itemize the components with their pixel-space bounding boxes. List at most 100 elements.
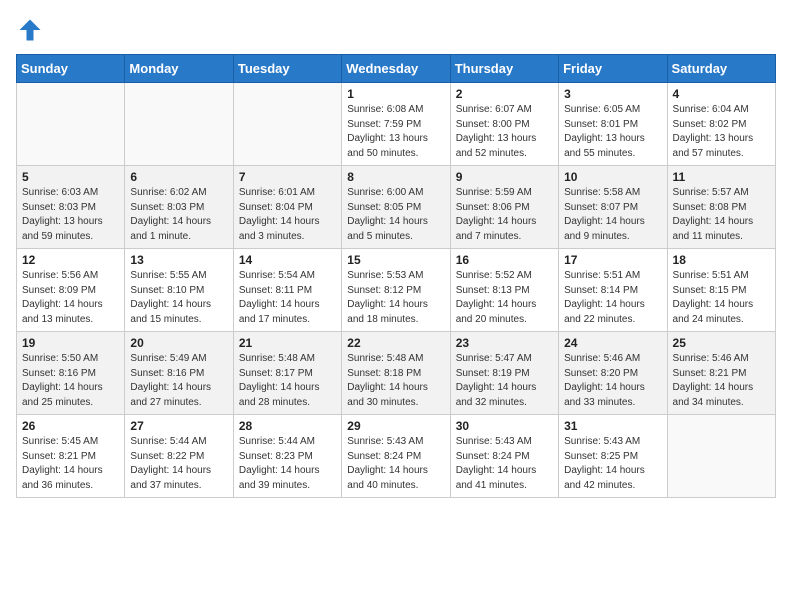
calendar-cell: 30 Sunrise: 5:43 AMSunset: 8:24 PMDayligh… <box>450 415 558 498</box>
day-number: 5 <box>22 170 119 184</box>
calendar-cell: 13 Sunrise: 5:55 AMSunset: 8:10 PMDayligh… <box>125 249 233 332</box>
calendar-cell: 4Sunrise: 6:04 AMSunset: 8:02 PMDaylight… <box>667 83 775 166</box>
calendar-week-5: 26 Sunrise: 5:45 AMSunset: 8:21 PMDayligh… <box>17 415 776 498</box>
day-number: 16 <box>456 253 553 267</box>
day-info: Sunrise: 5:45 AMSunset: 8:21 PMDaylight:… <box>22 435 119 493</box>
calendar-week-1: 1 Sunrise: 6:08 AMSunset: 7:59 PMDaylight… <box>17 83 776 166</box>
day-number: 4 <box>673 87 770 101</box>
day-info: Sunrise: 6:08 AMSunset: 7:59 PMDaylight:… <box>347 103 444 161</box>
day-number: 29 <box>347 419 444 433</box>
calendar-cell <box>667 415 775 498</box>
day-info: Sunrise: 5:48 AMSunset: 8:17 PMDaylight:… <box>239 352 336 410</box>
day-info: Sunrise: 5:51 AMSunset: 8:14 PMDaylight:… <box>564 269 661 327</box>
day-info: Sunrise: 5:50 AMSunset: 8:16 PMDaylight:… <box>22 352 119 410</box>
day-number: 23 <box>456 336 553 350</box>
calendar-cell: 21 Sunrise: 5:48 AMSunset: 8:17 PMDayligh… <box>233 332 341 415</box>
day-number: 12 <box>22 253 119 267</box>
day-info: Sunrise: 5:51 AMSunset: 8:15 PMDaylight:… <box>673 269 770 327</box>
day-number: 28 <box>239 419 336 433</box>
day-info: Sunrise: 5:52 AMSunset: 8:13 PMDaylight:… <box>456 269 553 327</box>
calendar-cell: 3Sunrise: 6:05 AMSunset: 8:01 PMDaylight… <box>559 83 667 166</box>
day-number: 1 <box>347 87 444 101</box>
day-info: Sunrise: 6:00 AMSunset: 8:05 PMDaylight:… <box>347 186 444 244</box>
day-number: 26 <box>22 419 119 433</box>
calendar-week-2: 5 Sunrise: 6:03 AMSunset: 8:03 PMDaylight… <box>17 166 776 249</box>
day-number: 11 <box>673 170 770 184</box>
weekday-header-monday: Monday <box>125 55 233 83</box>
day-number: 15 <box>347 253 444 267</box>
day-info: Sunrise: 5:43 AMSunset: 8:24 PMDaylight:… <box>347 435 444 493</box>
day-number: 30 <box>456 419 553 433</box>
day-info: Sunrise: 5:55 AMSunset: 8:10 PMDaylight:… <box>130 269 227 327</box>
day-number: 9 <box>456 170 553 184</box>
calendar-cell: 2Sunrise: 6:07 AMSunset: 8:00 PMDaylight… <box>450 83 558 166</box>
weekday-header-thursday: Thursday <box>450 55 558 83</box>
day-info: Sunrise: 5:46 AMSunset: 8:21 PMDaylight:… <box>673 352 770 410</box>
day-info: Sunrise: 5:46 AMSunset: 8:20 PMDaylight:… <box>564 352 661 410</box>
calendar-cell: 7Sunrise: 6:01 AMSunset: 8:04 PMDaylight… <box>233 166 341 249</box>
weekday-header-tuesday: Tuesday <box>233 55 341 83</box>
weekday-header-row: SundayMondayTuesdayWednesdayThursdayFrid… <box>17 55 776 83</box>
calendar-cell: 26 Sunrise: 5:45 AMSunset: 8:21 PMDayligh… <box>17 415 125 498</box>
calendar-cell: 14 Sunrise: 5:54 AMSunset: 8:11 PMDayligh… <box>233 249 341 332</box>
calendar-cell: 20 Sunrise: 5:49 AMSunset: 8:16 PMDayligh… <box>125 332 233 415</box>
day-number: 7 <box>239 170 336 184</box>
day-info: Sunrise: 6:03 AMSunset: 8:03 PMDaylight:… <box>22 186 119 244</box>
day-number: 10 <box>564 170 661 184</box>
weekday-header-sunday: Sunday <box>17 55 125 83</box>
weekday-header-friday: Friday <box>559 55 667 83</box>
calendar-cell: 12 Sunrise: 5:56 AMSunset: 8:09 PMDayligh… <box>17 249 125 332</box>
day-number: 17 <box>564 253 661 267</box>
day-info: Sunrise: 6:05 AMSunset: 8:01 PMDaylight:… <box>564 103 661 161</box>
calendar-cell: 28Sunrise: 5:44 AMSunset: 8:23 PMDayligh… <box>233 415 341 498</box>
calendar-cell: 5 Sunrise: 6:03 AMSunset: 8:03 PMDaylight… <box>17 166 125 249</box>
calendar-cell: 31 Sunrise: 5:43 AMSunset: 8:25 PMDayligh… <box>559 415 667 498</box>
day-info: Sunrise: 5:54 AMSunset: 8:11 PMDaylight:… <box>239 269 336 327</box>
logo <box>16 16 48 44</box>
calendar-cell: 25 Sunrise: 5:46 AMSunset: 8:21 PMDayligh… <box>667 332 775 415</box>
day-info: Sunrise: 6:02 AMSunset: 8:03 PMDaylight:… <box>130 186 227 244</box>
calendar-cell <box>17 83 125 166</box>
day-info: Sunrise: 5:44 AMSunset: 8:22 PMDaylight:… <box>130 435 227 493</box>
day-info: Sunrise: 5:43 AMSunset: 8:24 PMDaylight:… <box>456 435 553 493</box>
day-number: 18 <box>673 253 770 267</box>
day-info: Sunrise: 5:59 AMSunset: 8:06 PMDaylight:… <box>456 186 553 244</box>
calendar-cell: 17 Sunrise: 5:51 AMSunset: 8:14 PMDayligh… <box>559 249 667 332</box>
calendar-cell: 10 Sunrise: 5:58 AMSunset: 8:07 PMDayligh… <box>559 166 667 249</box>
calendar-cell: 24 Sunrise: 5:46 AMSunset: 8:20 PMDayligh… <box>559 332 667 415</box>
calendar-week-3: 12 Sunrise: 5:56 AMSunset: 8:09 PMDayligh… <box>17 249 776 332</box>
calendar-cell: 23 Sunrise: 5:47 AMSunset: 8:19 PMDayligh… <box>450 332 558 415</box>
day-number: 25 <box>673 336 770 350</box>
day-number: 31 <box>564 419 661 433</box>
day-number: 20 <box>130 336 227 350</box>
day-number: 21 <box>239 336 336 350</box>
day-info: Sunrise: 5:48 AMSunset: 8:18 PMDaylight:… <box>347 352 444 410</box>
weekday-header-wednesday: Wednesday <box>342 55 450 83</box>
calendar-cell: 11 Sunrise: 5:57 AMSunset: 8:08 PMDayligh… <box>667 166 775 249</box>
calendar-cell <box>125 83 233 166</box>
day-number: 24 <box>564 336 661 350</box>
day-info: Sunrise: 5:49 AMSunset: 8:16 PMDaylight:… <box>130 352 227 410</box>
calendar-cell: 1 Sunrise: 6:08 AMSunset: 7:59 PMDaylight… <box>342 83 450 166</box>
day-number: 22 <box>347 336 444 350</box>
day-info: Sunrise: 5:43 AMSunset: 8:25 PMDaylight:… <box>564 435 661 493</box>
calendar-cell: 9 Sunrise: 5:59 AMSunset: 8:06 PMDaylight… <box>450 166 558 249</box>
day-number: 19 <box>22 336 119 350</box>
weekday-header-saturday: Saturday <box>667 55 775 83</box>
calendar-cell: 15 Sunrise: 5:53 AMSunset: 8:12 PMDayligh… <box>342 249 450 332</box>
calendar-cell: 18 Sunrise: 5:51 AMSunset: 8:15 PMDayligh… <box>667 249 775 332</box>
day-info: Sunrise: 5:58 AMSunset: 8:07 PMDaylight:… <box>564 186 661 244</box>
day-info: Sunrise: 5:53 AMSunset: 8:12 PMDaylight:… <box>347 269 444 327</box>
day-info: Sunrise: 5:47 AMSunset: 8:19 PMDaylight:… <box>456 352 553 410</box>
calendar-table: SundayMondayTuesdayWednesdayThursdayFrid… <box>16 54 776 498</box>
calendar-cell: 22 Sunrise: 5:48 AMSunset: 8:18 PMDayligh… <box>342 332 450 415</box>
day-number: 27 <box>130 419 227 433</box>
calendar-cell: 16 Sunrise: 5:52 AMSunset: 8:13 PMDayligh… <box>450 249 558 332</box>
day-number: 14 <box>239 253 336 267</box>
day-info: Sunrise: 5:57 AMSunset: 8:08 PMDaylight:… <box>673 186 770 244</box>
logo-icon <box>16 16 44 44</box>
calendar-cell: 27 Sunrise: 5:44 AMSunset: 8:22 PMDayligh… <box>125 415 233 498</box>
day-info: Sunrise: 6:07 AMSunset: 8:00 PMDaylight:… <box>456 103 553 161</box>
day-info: Sunrise: 5:56 AMSunset: 8:09 PMDaylight:… <box>22 269 119 327</box>
day-number: 13 <box>130 253 227 267</box>
